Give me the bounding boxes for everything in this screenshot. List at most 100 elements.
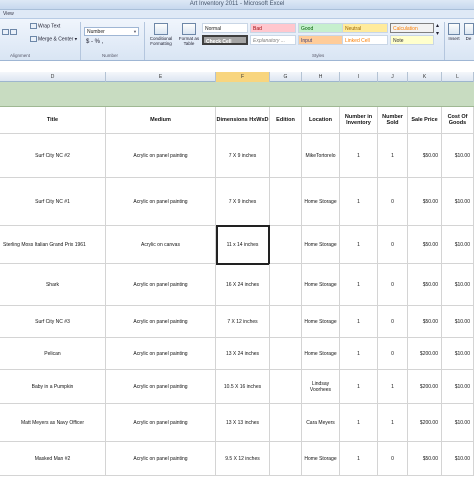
insert-button[interactable]: Insert	[446, 23, 462, 41]
cell-medium[interactable]: Acrylic on panel painting	[106, 264, 216, 305]
header-sale-price[interactable]: Sale Price	[408, 107, 442, 133]
cell-edition[interactable]	[270, 442, 302, 475]
cell-cost-of-goods[interactable]: $10.00	[442, 338, 474, 369]
cell-sale-price[interactable]: $50.00	[408, 264, 442, 305]
cell-dimensions[interactable]: 7 X 9 inches	[216, 134, 270, 177]
cell-title[interactable]: Surf City NC #1	[0, 178, 106, 225]
cell-cost-of-goods[interactable]: $10.00	[442, 264, 474, 305]
cell-number-in-inventory[interactable]: 1	[340, 264, 378, 305]
cell-dimensions[interactable]: 16 X 24 inches	[216, 264, 270, 305]
header-number-sold[interactable]: Number Sold	[378, 107, 408, 133]
align-left-button[interactable]	[2, 29, 18, 35]
format-as-table-button[interactable]: Format as Table	[178, 23, 200, 46]
cell-number-in-inventory[interactable]: 1	[340, 404, 378, 441]
header-number-in-inventory[interactable]: Number in Inventory	[340, 107, 378, 133]
header-medium[interactable]: Medium	[106, 107, 216, 133]
style-neutral[interactable]: Neutral	[342, 23, 388, 33]
menu-view[interactable]: View	[3, 11, 14, 17]
cell-dimensions[interactable]: 7 X 12 inches	[216, 306, 270, 337]
styles-scroll-up[interactable]: ▴	[436, 22, 439, 29]
cell-title[interactable]: Surf City NC #2	[0, 134, 106, 177]
cell-sale-price[interactable]: $200.00	[408, 404, 442, 441]
cell-location[interactable]: Home Storage	[302, 338, 340, 369]
cell-dimensions[interactable]: 10.5 X 16 inches	[216, 370, 270, 403]
cell-medium[interactable]: Acrylic on panel painting	[106, 370, 216, 403]
wrap-text-button[interactable]: Wrap Text	[30, 23, 60, 29]
cell-cost-of-goods[interactable]: $10.00	[442, 370, 474, 403]
column-header-h[interactable]: H	[302, 72, 340, 82]
cell-medium[interactable]: Acrylic on panel painting	[106, 134, 216, 177]
number-format-select[interactable]: Number ▼	[84, 27, 139, 36]
cell-edition[interactable]	[270, 338, 302, 369]
style-explanatory[interactable]: Explanatory ...	[250, 35, 296, 45]
column-header-e[interactable]: E	[106, 72, 216, 82]
cell-sale-price[interactable]: $200.00	[408, 370, 442, 403]
column-header-g[interactable]: G	[270, 72, 302, 82]
cell-number-in-inventory[interactable]: 1	[340, 370, 378, 403]
cell-sale-price[interactable]: $50.00	[408, 226, 442, 263]
cell-edition[interactable]	[270, 134, 302, 177]
cell-sale-price[interactable]: $50.00	[408, 306, 442, 337]
style-normal[interactable]: Normal	[202, 23, 248, 33]
column-header-f[interactable]: F	[216, 72, 270, 82]
cell-edition[interactable]	[270, 404, 302, 441]
cell-location[interactable]: MikeTortorelo	[302, 134, 340, 177]
cell-edition[interactable]	[270, 264, 302, 305]
cell-dimensions[interactable]: 13 X 13 inches	[216, 404, 270, 441]
cell-dimensions[interactable]: 7 X 9 inches	[216, 178, 270, 225]
cell-location[interactable]: Home Storage	[302, 442, 340, 475]
cell-medium[interactable]: Acrylic on panel painting	[106, 178, 216, 225]
header-dimensions[interactable]: Dimensions HxWxD	[216, 107, 270, 133]
header-title[interactable]: Title	[0, 107, 106, 133]
cell-number-sold[interactable]: 0	[378, 338, 408, 369]
cell-medium[interactable]: Acrylic on panel painting	[106, 306, 216, 337]
cell-title[interactable]: Surf City NC #3	[0, 306, 106, 337]
cell-title[interactable]: Masked Man #2	[0, 442, 106, 475]
cell-title[interactable]: Shark	[0, 264, 106, 305]
cell-number-in-inventory[interactable]: 1	[340, 338, 378, 369]
cell-number-in-inventory[interactable]: 1	[340, 226, 378, 263]
cell-location[interactable]: Home Storage	[302, 264, 340, 305]
cell-sale-price[interactable]: $200.00	[408, 338, 442, 369]
header-location[interactable]: Location	[302, 107, 340, 133]
delete-button[interactable]: De	[463, 23, 474, 41]
cell-cost-of-goods[interactable]: $10.00	[442, 404, 474, 441]
style-input[interactable]: Input	[298, 35, 344, 45]
cell-number-sold[interactable]: 0	[378, 226, 408, 263]
cell-sale-price[interactable]: $50.00	[408, 134, 442, 177]
cell-number-sold[interactable]: 0	[378, 264, 408, 305]
green-banner-row[interactable]	[0, 82, 474, 107]
currency-format-buttons[interactable]: $ - % ,	[86, 39, 103, 45]
cell-cost-of-goods[interactable]: $10.00	[442, 134, 474, 177]
cell-edition[interactable]	[270, 226, 302, 263]
cell-title[interactable]: Baby in a Pumpkin	[0, 370, 106, 403]
cell-cost-of-goods[interactable]: $10.00	[442, 226, 474, 263]
column-header-d[interactable]: D	[0, 72, 106, 82]
style-linked-cell[interactable]: Linked Cell	[342, 35, 388, 45]
cell-cost-of-goods[interactable]: $10.00	[442, 178, 474, 225]
cell-number-sold[interactable]: 1	[378, 370, 408, 403]
style-bad[interactable]: Bad	[250, 23, 296, 33]
cell-dimensions[interactable]: 11 x 14 inches	[216, 226, 270, 263]
style-calculation[interactable]: Calculation	[390, 23, 434, 33]
cell-number-sold[interactable]: 1	[378, 134, 408, 177]
cell-location[interactable]: Home Storage	[302, 306, 340, 337]
cell-title[interactable]: Pelican	[0, 338, 106, 369]
cell-number-sold[interactable]: 0	[378, 178, 408, 225]
cell-edition[interactable]	[270, 370, 302, 403]
cell-medium[interactable]: Acrylic on canvas	[106, 226, 216, 263]
cell-location[interactable]: Home Storage	[302, 178, 340, 225]
cell-title[interactable]: Matt Meyers as Navy Officer	[0, 404, 106, 441]
cell-location[interactable]: Cara Meyers	[302, 404, 340, 441]
cell-location[interactable]: Home Storage	[302, 226, 340, 263]
header-cost-of-goods[interactable]: Cost Of Goods	[442, 107, 474, 133]
style-good[interactable]: Good	[298, 23, 344, 33]
column-header-j[interactable]: J	[378, 72, 408, 82]
cell-cost-of-goods[interactable]: $10.00	[442, 306, 474, 337]
cell-number-sold[interactable]: 0	[378, 306, 408, 337]
cell-number-in-inventory[interactable]: 1	[340, 134, 378, 177]
cell-medium[interactable]: Acrylic on panel painting	[106, 442, 216, 475]
styles-scroll-down[interactable]: ▾	[436, 30, 439, 37]
cell-sale-price[interactable]: $50.00	[408, 442, 442, 475]
style-check-cell[interactable]: Check Cell	[202, 35, 248, 45]
